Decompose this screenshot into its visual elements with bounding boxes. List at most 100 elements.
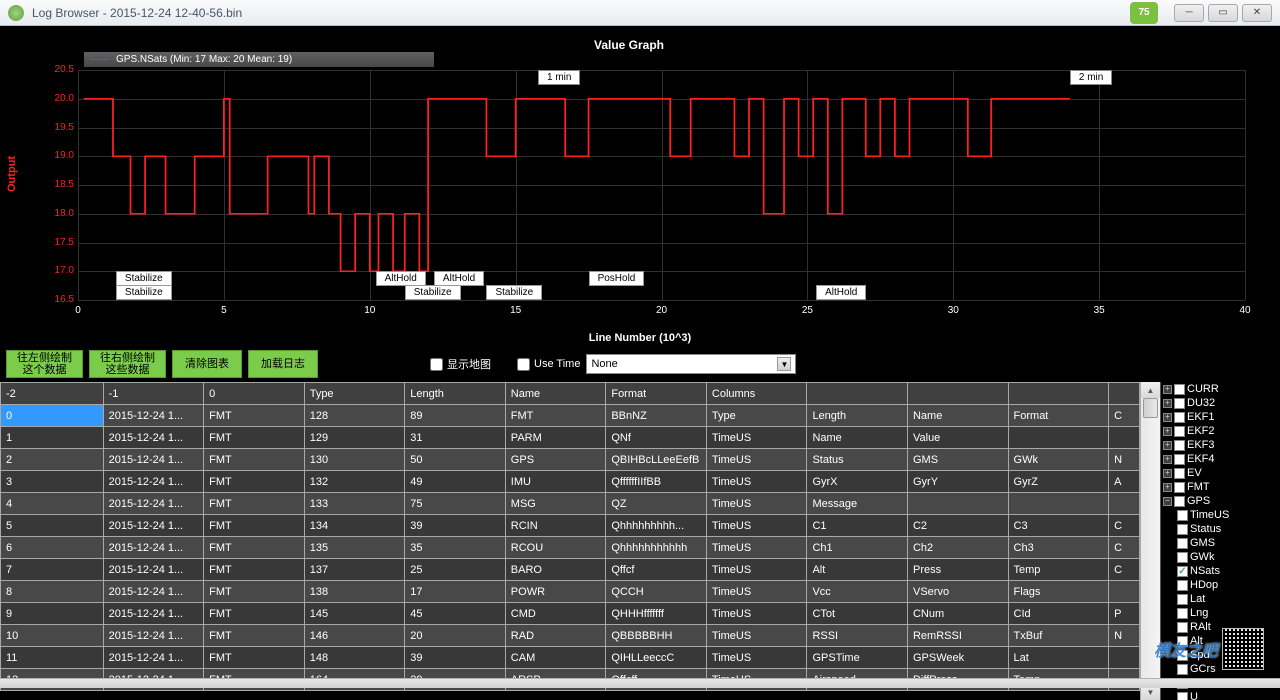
table-cell: 137 [304, 559, 405, 581]
column-header[interactable]: -1 [103, 383, 204, 405]
tree-checkbox[interactable] [1174, 426, 1185, 437]
maximize-button[interactable]: ▭ [1208, 4, 1238, 22]
expand-icon[interactable]: + [1163, 413, 1172, 422]
tree-checkbox[interactable] [1174, 398, 1185, 409]
y-tick: 17.0 [46, 265, 74, 276]
tree-node[interactable]: +EV [1161, 466, 1280, 480]
tree-checkbox[interactable] [1174, 384, 1185, 395]
column-header[interactable]: Columns [706, 383, 807, 405]
table-cell: PARM [505, 427, 606, 449]
column-header[interactable] [1109, 383, 1140, 405]
column-header[interactable] [1008, 383, 1109, 405]
tree-node[interactable]: +EKF4 [1161, 452, 1280, 466]
tree-leaf[interactable]: U [1161, 690, 1280, 700]
time-combo[interactable]: None ▼ [586, 354, 796, 374]
tree-checkbox[interactable] [1174, 482, 1185, 493]
table-row[interactable]: 102015-12-24 1...FMT14620RADQBBBBBHHTime… [1, 625, 1140, 647]
table-cell [1008, 493, 1109, 515]
tree-leaf[interactable]: GWk [1161, 550, 1280, 564]
expand-icon[interactable]: + [1163, 455, 1172, 464]
table-cell: GyrZ [1008, 471, 1109, 493]
tree-node[interactable]: +EKF1 [1161, 410, 1280, 424]
chart-legend[interactable]: GPS.NSats (Min: 17 Max: 20 Mean: 19) [84, 52, 434, 67]
table-row[interactable]: 22015-12-24 1...FMT13050GPSQBIHBcLLeeEef… [1, 449, 1140, 471]
scroll-up-arrow[interactable]: ▲ [1141, 382, 1160, 398]
tree-leaf[interactable]: TimeUS [1161, 508, 1280, 522]
tree-node-gps[interactable]: −GPS [1161, 494, 1280, 508]
tree-checkbox[interactable] [1177, 538, 1188, 549]
table-cell: 25 [405, 559, 506, 581]
tree-leaf[interactable]: HDop [1161, 578, 1280, 592]
table-cell: 2015-12-24 1... [103, 471, 204, 493]
table-cell: FMT [204, 581, 305, 603]
table-row[interactable]: 52015-12-24 1...FMT13439RCINQhhhhhhhhh..… [1, 515, 1140, 537]
column-header[interactable]: -2 [1, 383, 104, 405]
tree-leaf[interactable]: Lng [1161, 606, 1280, 620]
tree-leaf[interactable]: Lat [1161, 592, 1280, 606]
show-map-checkbox[interactable]: 显示地图 [430, 356, 491, 372]
tree-checkbox[interactable] [1174, 440, 1185, 451]
table-row[interactable]: 12015-12-24 1...FMT12931PARMQNfTimeUSNam… [1, 427, 1140, 449]
column-header[interactable] [807, 383, 908, 405]
clear-chart-button[interactable]: 清除图表 [172, 350, 242, 378]
expand-icon[interactable]: + [1163, 427, 1172, 436]
chart-plot[interactable]: 16.517.017.518.018.519.019.520.020.50510… [78, 70, 1245, 300]
expand-icon[interactable]: + [1163, 399, 1172, 408]
table-row[interactable]: 72015-12-24 1...FMT13725BAROQffcfTimeUSA… [1, 559, 1140, 581]
tree-checkbox[interactable] [1177, 594, 1188, 605]
tree-leaf[interactable]: NSats [1161, 564, 1280, 578]
tree-checkbox[interactable] [1177, 510, 1188, 521]
tree-node[interactable]: +EKF3 [1161, 438, 1280, 452]
table-cell [907, 493, 1008, 515]
tree-checkbox[interactable] [1177, 552, 1188, 563]
collapse-icon[interactable]: − [1163, 497, 1172, 506]
column-header[interactable] [907, 383, 1008, 405]
expand-icon[interactable]: + [1163, 483, 1172, 492]
tree-node[interactable]: +CURR [1161, 382, 1280, 396]
use-time-checkbox[interactable]: Use Time [517, 358, 580, 371]
column-header[interactable]: 0 [204, 383, 305, 405]
data-grid[interactable]: -2-10TypeLengthNameFormatColumns 02015-1… [0, 382, 1140, 700]
tree-checkbox[interactable] [1177, 608, 1188, 619]
tree-checkbox[interactable] [1177, 692, 1188, 700]
tree-checkbox[interactable] [1174, 454, 1185, 465]
column-header[interactable]: Length [405, 383, 506, 405]
table-row[interactable]: 82015-12-24 1...FMT13817POWRQCCHTimeUSVc… [1, 581, 1140, 603]
tree-leaf[interactable]: GMS [1161, 536, 1280, 550]
column-header[interactable]: Name [505, 383, 606, 405]
table-cell: TimeUS [706, 581, 807, 603]
table-row[interactable]: 02015-12-24 1...FMT12889FMTBBnNZTypeLeng… [1, 405, 1140, 427]
close-button[interactable]: ✕ [1242, 4, 1272, 22]
tree-checkbox[interactable] [1174, 412, 1185, 423]
table-cell: 2015-12-24 1... [103, 405, 204, 427]
table-cell: GMS [907, 449, 1008, 471]
expand-icon[interactable]: + [1163, 385, 1172, 394]
table-cell: P [1109, 603, 1140, 625]
tree-checkbox[interactable] [1174, 496, 1185, 507]
minimize-button[interactable]: ─ [1174, 4, 1204, 22]
table-row[interactable]: 92015-12-24 1...FMT14545CMDQHHHfffffffTi… [1, 603, 1140, 625]
tree-leaf[interactable]: Status [1161, 522, 1280, 536]
table-cell: 138 [304, 581, 405, 603]
tree-checkbox[interactable] [1177, 580, 1188, 591]
tree-node[interactable]: +FMT [1161, 480, 1280, 494]
tree-node[interactable]: +EKF2 [1161, 424, 1280, 438]
tree-checkbox[interactable] [1177, 566, 1188, 577]
table-row[interactable]: 62015-12-24 1...FMT13535RCOUQhhhhhhhhhhh… [1, 537, 1140, 559]
table-row[interactable]: 32015-12-24 1...FMT13249IMUQffffffIIfBBT… [1, 471, 1140, 493]
expand-icon[interactable]: + [1163, 469, 1172, 478]
x-tick: 0 [75, 305, 81, 316]
table-row[interactable]: 42015-12-24 1...FMT13375MSGQZTimeUSMessa… [1, 493, 1140, 515]
expand-icon[interactable]: + [1163, 441, 1172, 450]
load-log-button[interactable]: 加载日志 [248, 350, 318, 378]
column-header[interactable]: Format [606, 383, 707, 405]
tree-node[interactable]: +DU32 [1161, 396, 1280, 410]
tree-checkbox[interactable] [1174, 468, 1185, 479]
scroll-thumb[interactable] [1143, 398, 1158, 418]
draw-right-button[interactable]: 往右侧绘制这些数据 [89, 350, 166, 378]
draw-left-button[interactable]: 往左侧绘制这个数据 [6, 350, 83, 378]
tree-checkbox[interactable] [1177, 524, 1188, 535]
column-header[interactable]: Type [304, 383, 405, 405]
table-cell: 8 [1, 581, 104, 603]
table-row[interactable]: 112015-12-24 1...FMT14839CAMQIHLLeeccCTi… [1, 647, 1140, 669]
